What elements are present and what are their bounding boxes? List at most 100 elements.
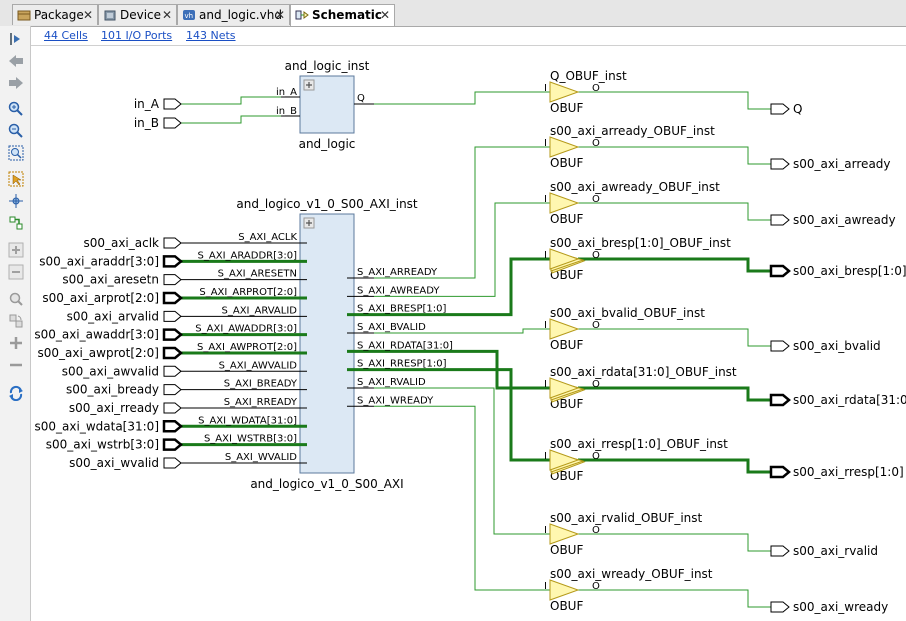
output-buffer[interactable] <box>549 523 580 545</box>
forward-arrow-icon[interactable] <box>7 74 25 92</box>
input-port[interactable] <box>162 420 183 433</box>
zoom-fit-icon[interactable] <box>7 144 25 162</box>
input-port[interactable] <box>163 402 182 414</box>
pin-label: I <box>544 138 547 149</box>
axi-input-label: s00_axi_aresetn <box>62 273 159 287</box>
pin-label: S_AXI_AWPROT[2:0] <box>197 342 297 353</box>
pin-label: in_A <box>276 87 297 98</box>
io-ports-link[interactable]: 101 I/O Ports <box>101 29 172 42</box>
input-port[interactable] <box>163 384 182 396</box>
pin-label: S_AXI_RVALID <box>357 377 426 388</box>
expand-icon[interactable] <box>7 30 25 48</box>
output-port[interactable] <box>769 393 791 407</box>
zoom-in-icon[interactable] <box>7 100 25 118</box>
move-icon[interactable] <box>7 192 25 210</box>
buffer-type-name: OBUF <box>550 101 583 115</box>
buffer-output-net[interactable] <box>578 533 771 552</box>
input-net[interactable] <box>181 115 281 124</box>
buffer-output-net[interactable] <box>578 146 771 165</box>
remove-icon[interactable] <box>7 263 25 281</box>
axi-input-label: s00_axi_wdata[31:0] <box>35 419 159 433</box>
netlist-summary-bar: 44 Cells 101 I/O Ports 143 Nets <box>31 26 906 46</box>
output-port[interactable] <box>769 465 791 479</box>
tab-and-logic-vhd[interactable]: vh and_logic.vhd ✕ <box>177 4 290 25</box>
output-port-label: s00_axi_awready <box>793 213 896 227</box>
input-port[interactable] <box>163 117 182 129</box>
output-buffer[interactable] <box>549 136 580 158</box>
buffer-output-net[interactable] <box>578 257 771 273</box>
input-port[interactable] <box>163 98 182 110</box>
output-port[interactable] <box>769 264 791 278</box>
buffer-instance-name: s00_axi_arready_OBUF_inst <box>550 124 715 138</box>
axi-input-label: s00_axi_awvalid <box>62 364 159 378</box>
pin-label: I <box>544 83 547 94</box>
add-icon[interactable] <box>7 241 25 259</box>
cell-instance-name: and_logico_v1_0_S00_AXI_inst <box>236 197 418 211</box>
pin-label: I <box>544 379 547 390</box>
input-port[interactable] <box>162 438 183 451</box>
buffer-instance-name: s00_axi_bvalid_OBUF_inst <box>550 306 705 320</box>
close-icon[interactable]: ✕ <box>275 5 285 25</box>
tab-device[interactable]: Device ✕ <box>98 4 177 25</box>
input-port[interactable] <box>162 291 183 305</box>
input-port[interactable] <box>163 457 182 469</box>
buffer-instance-name: s00_axi_rresp[1:0]_OBUF_inst <box>550 437 728 451</box>
input-port[interactable] <box>162 255 183 268</box>
q-net[interactable] <box>374 91 550 105</box>
input-port[interactable] <box>163 365 182 377</box>
output-port[interactable] <box>770 214 790 226</box>
expand-plus-icon[interactable] <box>7 334 25 352</box>
axi-output-net[interactable] <box>374 202 550 297</box>
buffer-output-net[interactable] <box>578 589 771 608</box>
buffer-output-net[interactable] <box>578 458 771 474</box>
axi-output-net[interactable] <box>374 405 550 591</box>
buffer-output-net[interactable] <box>578 328 771 347</box>
buffer-output-net[interactable] <box>578 202 771 221</box>
buffer-output-net[interactable] <box>578 91 771 110</box>
input-port[interactable] <box>163 274 182 286</box>
nets-link[interactable]: 143 Nets <box>186 29 236 42</box>
close-icon[interactable]: ✕ <box>380 5 390 25</box>
refresh-icon[interactable] <box>7 384 25 402</box>
back-arrow-icon[interactable] <box>7 52 25 70</box>
output-buffer[interactable] <box>549 579 580 601</box>
buffer-type-name: OBUF <box>550 212 583 226</box>
regenerate-icon[interactable] <box>7 312 25 330</box>
pin-label: S_AXI_RDATA[31:0] <box>357 340 453 351</box>
input-port[interactable] <box>162 328 183 341</box>
pin-label: S_AXI_ARESETN <box>218 269 297 280</box>
output-buffer[interactable] <box>549 81 580 103</box>
input-port[interactable] <box>163 310 182 322</box>
input-net[interactable] <box>181 96 281 105</box>
output-buffer[interactable] <box>549 318 580 340</box>
output-port[interactable] <box>770 340 790 352</box>
pin-label: O <box>592 250 600 261</box>
input-port[interactable] <box>162 346 183 360</box>
output-port[interactable] <box>770 158 790 170</box>
output-buffer[interactable] <box>549 192 580 214</box>
select-icon[interactable] <box>7 170 25 188</box>
pin-label: O <box>592 138 600 149</box>
output-port-label: s00_axi_arready <box>793 157 891 171</box>
output-port[interactable] <box>770 601 790 613</box>
pin-label: S_AXI_ARADDR[3:0] <box>198 250 298 261</box>
close-icon[interactable]: ✕ <box>162 5 172 25</box>
collapse-minus-icon[interactable] <box>7 356 25 374</box>
tab-schematic[interactable]: Schematic ✕ <box>290 4 395 26</box>
buffer-output-net[interactable] <box>578 386 771 402</box>
axi-cell[interactable] <box>299 213 355 474</box>
auto-route-icon[interactable] <box>7 214 25 232</box>
editor-tab-bar: Package ✕ Device ✕ vh and_logic.vhd ✕ Sc… <box>0 0 906 27</box>
axi-input-label: s00_axi_wstrb[3:0] <box>46 438 159 452</box>
tab-package[interactable]: Package ✕ <box>12 4 98 25</box>
output-port[interactable] <box>770 103 790 115</box>
cell-instance-name: and_logic_inst <box>285 59 370 73</box>
pin-label: S_AXI_WVALID <box>225 452 297 463</box>
schematic-canvas[interactable]: and_logic_inst and_logic in_A in_B Qand_logi… <box>31 46 906 621</box>
zoom-out-icon[interactable] <box>7 122 25 140</box>
output-port[interactable] <box>770 545 790 557</box>
cells-link[interactable]: 44 Cells <box>44 29 88 42</box>
close-icon[interactable]: ✕ <box>83 5 93 25</box>
search-icon[interactable] <box>7 290 25 308</box>
input-port[interactable] <box>163 237 182 249</box>
